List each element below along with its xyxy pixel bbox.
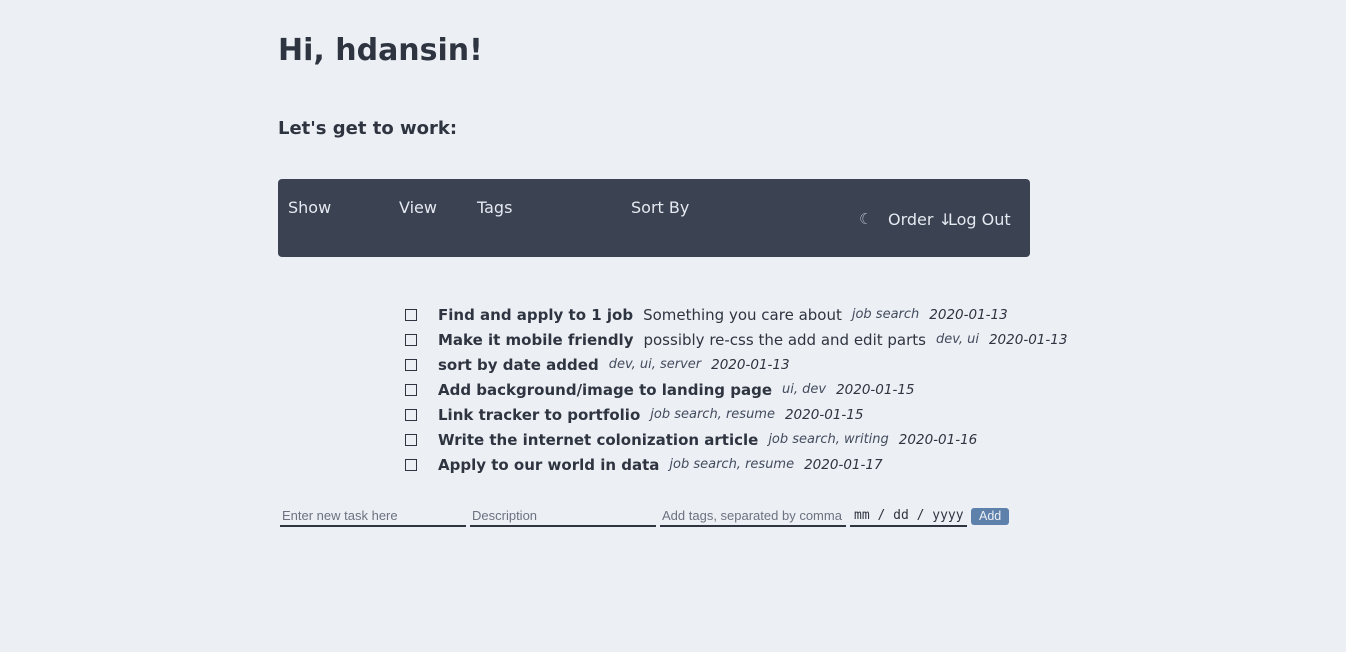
task-tags: job search, writing bbox=[768, 432, 889, 447]
task-row: Write the internet colonization article … bbox=[403, 427, 1067, 452]
task-title[interactable]: sort by date added bbox=[438, 356, 599, 374]
task-title[interactable]: Find and apply to 1 job bbox=[438, 306, 633, 324]
task-date: 2020-01-17 bbox=[804, 456, 883, 473]
task-tags: dev, ui, server bbox=[608, 357, 702, 372]
logout-button[interactable]: Log Out bbox=[948, 210, 1011, 229]
task-tags: job search, resume bbox=[669, 457, 795, 472]
task-row: Apply to our world in data job search, r… bbox=[403, 452, 1067, 477]
task-date: 2020-01-13 bbox=[711, 356, 790, 373]
task-description: possibly re-css the add and edit parts bbox=[643, 330, 926, 349]
order-toggle[interactable]: Order ↓ bbox=[888, 210, 952, 229]
new-task-input[interactable] bbox=[280, 505, 466, 527]
navbar: Show View Tags Sort By ☾ Order ↓ Log Out bbox=[278, 179, 1030, 257]
nav-tags-menu[interactable]: Tags bbox=[477, 198, 512, 217]
task-tags: dev, ui bbox=[935, 332, 979, 347]
task-row: Link tracker to portfolio job search, re… bbox=[403, 402, 1067, 427]
task-title[interactable]: Make it mobile friendly bbox=[438, 331, 633, 349]
task-title[interactable]: Link tracker to portfolio bbox=[438, 406, 640, 424]
task-tags: job search bbox=[851, 307, 920, 322]
task-date: 2020-01-13 bbox=[929, 306, 1008, 323]
description-input[interactable] bbox=[470, 505, 656, 527]
task-checkbox[interactable] bbox=[405, 433, 417, 446]
greeting-heading: Hi, hdansin! bbox=[278, 33, 483, 68]
moon-icon[interactable]: ☾ bbox=[859, 210, 872, 228]
task-row: Add background/image to landing page ui,… bbox=[403, 377, 1067, 402]
task-checkbox[interactable] bbox=[405, 308, 417, 321]
task-checkbox[interactable] bbox=[405, 333, 417, 346]
date-input[interactable]: mm / dd / yyyy bbox=[850, 505, 967, 527]
task-description: Something you care about bbox=[643, 305, 842, 324]
task-title[interactable]: Apply to our world in data bbox=[438, 456, 659, 474]
tags-input[interactable] bbox=[660, 505, 846, 527]
nav-sort-menu[interactable]: Sort By bbox=[631, 198, 689, 217]
nav-view-menu[interactable]: View bbox=[399, 198, 437, 217]
add-task-form: mm / dd / yyyy Add bbox=[280, 504, 1010, 528]
add-button[interactable]: Add bbox=[971, 507, 1010, 525]
task-title[interactable]: Add background/image to landing page bbox=[438, 381, 772, 399]
task-row: sort by date added dev, ui, server 2020-… bbox=[403, 352, 1067, 377]
task-title[interactable]: Write the internet colonization article bbox=[438, 431, 758, 449]
task-row: Make it mobile friendly possibly re-css … bbox=[403, 327, 1067, 352]
task-date: 2020-01-15 bbox=[836, 381, 915, 398]
task-checkbox[interactable] bbox=[405, 408, 417, 421]
task-tags: job search, resume bbox=[650, 407, 775, 422]
task-checkbox[interactable] bbox=[405, 383, 417, 396]
task-list: Find and apply to 1 job Something you ca… bbox=[403, 302, 1067, 477]
nav-show-menu[interactable]: Show bbox=[288, 198, 331, 217]
task-date: 2020-01-16 bbox=[898, 431, 978, 448]
task-checkbox[interactable] bbox=[405, 458, 417, 471]
task-date: 2020-01-13 bbox=[988, 331, 1068, 348]
task-tags: ui, dev bbox=[782, 382, 827, 397]
task-checkbox[interactable] bbox=[405, 358, 417, 371]
task-row: Find and apply to 1 job Something you ca… bbox=[403, 302, 1067, 327]
task-date: 2020-01-15 bbox=[784, 406, 864, 423]
subtitle-heading: Let's get to work: bbox=[278, 118, 458, 139]
